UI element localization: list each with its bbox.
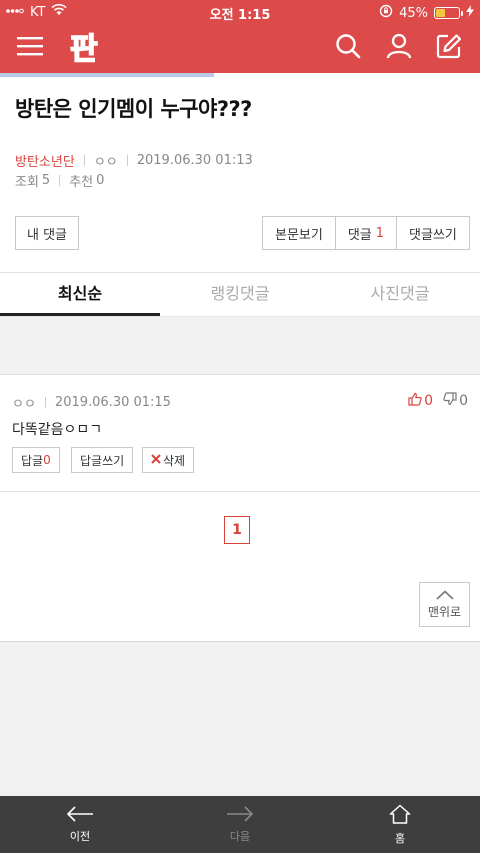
reply-label: 답글 — [21, 453, 44, 468]
battery-icon — [434, 7, 463, 19]
article-date: 2019.06.30 01:13 — [136, 153, 253, 168]
like-count: 0 — [424, 393, 434, 409]
author-name: ㅇㅇ — [93, 155, 118, 170]
reply-button[interactable]: 답글 0 — [12, 447, 60, 473]
menu-icon — [16, 36, 44, 60]
article-title: 방탄은 인기멤이 누구야??? — [15, 97, 252, 121]
menu-button[interactable] — [12, 30, 48, 66]
recommend-count: 0 — [96, 173, 105, 188]
like-button[interactable]: 0 — [408, 392, 433, 410]
battery-percent: 45% — [399, 5, 428, 21]
views-label: 조회 — [15, 175, 39, 190]
next-label: 다음 — [229, 829, 251, 843]
scroll-to-top-label: 맨위로 — [427, 605, 462, 619]
next-button[interactable]: 다음 — [160, 796, 320, 853]
thumbs-down-icon — [443, 392, 457, 410]
divider — [44, 397, 46, 408]
tab-latest[interactable]: 최신순 — [0, 273, 160, 316]
page-number-current[interactable]: 1 — [224, 516, 250, 544]
divider — [59, 175, 61, 186]
dislike-button[interactable]: 0 — [443, 392, 468, 410]
chevron-up-icon — [435, 589, 454, 603]
search-icon — [335, 33, 361, 63]
home-icon — [389, 804, 411, 827]
write-button[interactable] — [431, 30, 467, 66]
my-comments-button[interactable]: 내 댓글 — [15, 216, 79, 250]
write-comment-button[interactable]: 댓글쓰기 — [396, 217, 469, 249]
comment-sort-tabs: 최신순 랭킹댓글 사진댓글 — [0, 273, 480, 316]
charging-icon — [466, 5, 474, 21]
delete-label: 삭제 — [163, 453, 186, 468]
divider — [0, 491, 480, 492]
prev-button[interactable]: 이전 — [0, 796, 160, 853]
close-icon — [151, 453, 161, 467]
home-button[interactable]: 홈 — [320, 796, 480, 853]
dislike-count: 0 — [459, 393, 468, 409]
write-reply-button[interactable]: 답글쓰기 — [71, 447, 134, 473]
spacer-band — [0, 316, 480, 374]
category-link[interactable]: 방탄소년단 — [15, 151, 75, 170]
comment-date: 2019.06.30 01:15 — [54, 395, 171, 410]
edit-icon — [436, 33, 462, 63]
footer-spacer — [0, 641, 480, 796]
thumbs-up-icon — [408, 392, 422, 410]
comment-body: 다똑같음ㅇㅁㄱ — [12, 422, 103, 438]
view-post-button[interactable]: 본문보기 — [263, 217, 335, 249]
scroll-progress-bar — [0, 73, 214, 77]
divider — [0, 374, 480, 375]
article-meta: 방탄소년단 ㅇㅇ 2019.06.30 01:13 — [15, 151, 253, 170]
recommend-label: 추천 — [69, 175, 94, 190]
search-button[interactable] — [330, 30, 366, 66]
divider — [83, 155, 85, 166]
home-label: 홈 — [394, 831, 406, 845]
nav-bar: 판 — [0, 24, 480, 73]
comments-count: 1 — [375, 225, 385, 241]
divider — [126, 155, 128, 166]
bottom-nav: 이전 다음 홈 — [0, 796, 480, 853]
comments-button[interactable]: 댓글 1 — [334, 217, 396, 249]
pann-logo[interactable]: 판 — [68, 31, 104, 68]
prev-label: 이전 — [69, 829, 91, 843]
comment-votes: 0 0 — [408, 392, 468, 410]
logo-text: 판 — [70, 32, 98, 64]
tab-ranking[interactable]: 랭킹댓글 — [160, 273, 320, 316]
comment-actions-group: 본문보기 댓글 1 댓글쓰기 — [262, 216, 470, 250]
views-count: 5 — [41, 173, 51, 188]
article-stats: 조회 5 추천 0 — [15, 171, 104, 190]
scroll-to-top-button[interactable]: 맨위로 — [419, 582, 470, 627]
app-header: KT 오전 1:15 45% 판 — [0, 0, 480, 73]
reply-count: 0 — [43, 453, 51, 467]
delete-button[interactable]: 삭제 — [142, 447, 195, 473]
comment-author: ㅇㅇ — [12, 397, 36, 412]
status-bar: KT 오전 1:15 45% — [0, 0, 480, 24]
comment-meta: ㅇㅇ 2019.06.30 01:15 — [12, 393, 171, 412]
user-icon — [386, 33, 412, 63]
arrow-left-icon — [66, 805, 94, 825]
tab-photo[interactable]: 사진댓글 — [320, 273, 480, 316]
profile-button[interactable] — [381, 30, 417, 66]
rotation-lock-icon — [379, 4, 393, 22]
comments-label: 댓글 — [347, 227, 372, 243]
arrow-right-icon — [226, 805, 254, 825]
